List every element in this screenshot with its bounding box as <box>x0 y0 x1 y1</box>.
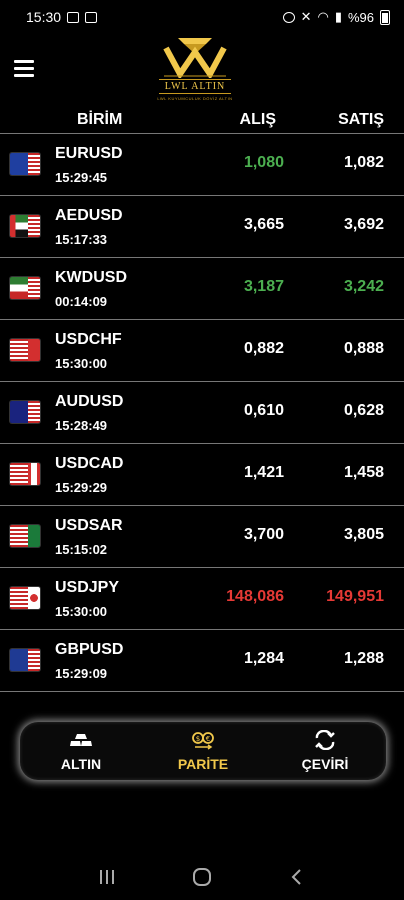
photo-notification-icon <box>67 11 80 23</box>
rate-time: 15:30:00 <box>55 604 108 619</box>
nav-parity-label: PARİTE <box>177 756 229 772</box>
flag-icon <box>10 401 40 423</box>
rate-list: EURUSD 15:29:45 1,080 1,082 AEDUSD 15:17… <box>0 134 404 692</box>
rate-row[interactable]: USDSAR 15:15:02 3,700 3,805 <box>0 506 404 568</box>
bottom-navigation: ALTIN $ € PARİTE ÇEVİRİ <box>20 722 386 780</box>
flag-icon <box>10 587 40 609</box>
rate-buy: 3,665 <box>243 216 284 233</box>
system-navigation <box>0 860 404 894</box>
alarm-icon <box>282 11 295 23</box>
table-header: BİRİM ALIŞ SATIŞ <box>0 106 404 134</box>
rate-symbol: USDCHF <box>55 331 122 348</box>
flag-icon <box>10 277 40 299</box>
battery-percent: %96 <box>347 9 374 25</box>
rate-sell: 1,082 <box>343 154 384 171</box>
flag-icon <box>10 339 40 361</box>
rate-buy: 0,882 <box>243 340 284 357</box>
rate-symbol: KWDUSD <box>55 269 127 286</box>
rate-time: 15:17:33 <box>55 232 108 247</box>
recent-apps-icon <box>100 870 115 884</box>
rate-buy: 148,086 <box>226 588 284 605</box>
rate-row[interactable]: GBPUSD 15:29:09 1,284 1,288 <box>0 630 404 692</box>
rate-buy: 0,610 <box>243 402 284 419</box>
rate-row[interactable]: USDCAD 15:29:29 1,421 1,458 <box>0 444 404 506</box>
recent-apps-button[interactable] <box>87 862 127 892</box>
gold-bars-icon <box>69 730 93 750</box>
rate-row[interactable]: AEDUSD 15:17:33 3,665 3,692 <box>0 196 404 258</box>
rate-symbol: USDCAD <box>55 455 124 472</box>
flag-icon <box>10 649 40 671</box>
flag-icon <box>10 153 40 175</box>
back-icon <box>291 869 301 885</box>
rate-row[interactable]: AUDUSD 15:28:49 0,610 0,628 <box>0 382 404 444</box>
rate-sell: 1,288 <box>343 650 384 667</box>
column-header-sell: SATIŞ <box>338 111 384 128</box>
rate-sell: 149,951 <box>326 588 384 605</box>
rate-symbol: USDJPY <box>55 579 120 596</box>
back-button[interactable] <box>277 862 317 892</box>
rate-symbol: GBPUSD <box>55 641 124 658</box>
rate-buy: 3,187 <box>243 278 284 295</box>
rate-symbol: AEDUSD <box>55 207 123 224</box>
rate-sell: 3,692 <box>343 216 384 233</box>
rate-time: 15:29:29 <box>55 480 108 495</box>
rate-time: 15:29:09 <box>55 666 108 681</box>
svg-text:€: € <box>206 735 210 743</box>
app-header: LWL ALTIN LWL KUYUMCULUK DÖVİZ ALTIN <box>0 34 404 104</box>
svg-text:$: $ <box>196 735 200 743</box>
rate-symbol: EURUSD <box>55 145 123 162</box>
currency-exchange-icon: $ € <box>191 730 215 750</box>
logo-name: LWL ALTIN <box>158 79 232 94</box>
rate-sell: 3,805 <box>343 526 384 543</box>
logo-emblem-icon <box>163 38 227 78</box>
hamburger-icon <box>14 59 34 63</box>
nav-convert-tab[interactable]: ÇEVİRİ <box>264 722 386 780</box>
rate-time: 00:14:09 <box>55 294 108 309</box>
rate-sell: 0,888 <box>343 340 384 357</box>
rate-time: 15:15:02 <box>55 542 108 557</box>
rate-buy: 1,421 <box>243 464 284 481</box>
rate-row[interactable]: EURUSD 15:29:45 1,080 1,082 <box>0 134 404 196</box>
rate-time: 15:29:45 <box>55 170 108 185</box>
rate-symbol: USDSAR <box>55 517 123 534</box>
flag-icon <box>10 215 40 237</box>
nav-gold-tab[interactable]: ALTIN <box>20 722 142 780</box>
flag-icon <box>10 525 40 547</box>
rate-buy: 1,080 <box>243 154 284 171</box>
nav-parity-tab[interactable]: $ € PARİTE <box>142 722 264 780</box>
menu-button[interactable] <box>14 56 42 80</box>
rate-symbol: AUDUSD <box>55 393 124 410</box>
status-bar: 15:30 ✕ ◠ ▮ %96 <box>0 0 404 34</box>
wifi-icon: ◠ <box>317 9 329 24</box>
gallery-notification-icon <box>85 11 98 23</box>
rate-time: 15:28:49 <box>55 418 108 433</box>
rate-sell: 1,458 <box>343 464 384 481</box>
nav-convert-label: ÇEVİRİ <box>301 756 349 772</box>
rate-row[interactable]: KWDUSD 00:14:09 3,187 3,242 <box>0 258 404 320</box>
nav-gold-label: ALTIN <box>60 756 102 772</box>
swap-arrows-icon <box>313 730 337 750</box>
rate-row[interactable]: USDJPY 15:30:00 148,086 149,951 <box>0 568 404 630</box>
signal-icon: ▮ <box>334 9 342 24</box>
column-header-unit: BİRİM <box>77 111 123 128</box>
logo-subtitle: LWL KUYUMCULUK DÖVİZ ALTIN <box>157 96 233 101</box>
battery-icon <box>380 9 390 25</box>
rate-buy: 1,284 <box>243 650 284 667</box>
rate-row[interactable]: USDCHF 15:30:00 0,882 0,888 <box>0 320 404 382</box>
flag-icon <box>10 463 40 485</box>
status-time: 15:30 <box>26 9 62 25</box>
rate-sell: 3,242 <box>343 278 384 295</box>
home-button[interactable] <box>182 862 222 892</box>
rate-time: 15:30:00 <box>55 356 108 371</box>
column-header-buy: ALIŞ <box>239 111 276 128</box>
rate-buy: 3,700 <box>243 526 284 543</box>
app-logo: LWL ALTIN LWL KUYUMCULUK DÖVİZ ALTIN <box>150 34 240 104</box>
rate-sell: 0,628 <box>343 402 384 419</box>
home-icon <box>192 868 211 886</box>
mute-icon: ✕ <box>300 9 312 24</box>
